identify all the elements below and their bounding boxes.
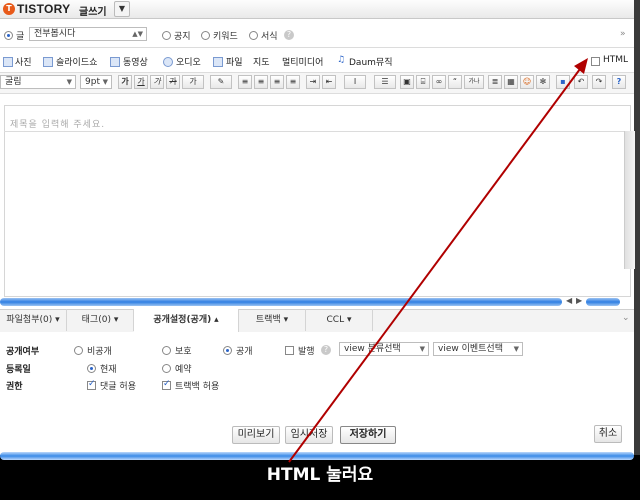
annotation-arrow [288, 58, 588, 463]
